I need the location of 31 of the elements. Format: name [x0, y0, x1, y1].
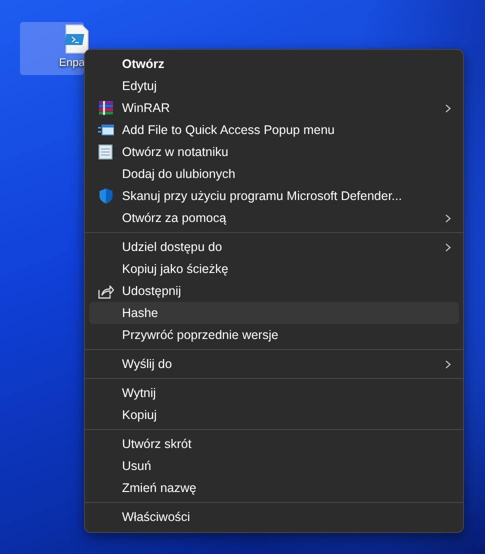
- script-file-icon: [62, 24, 90, 54]
- menu-item[interactable]: Dodaj do ulubionych: [89, 163, 459, 185]
- menu-item[interactable]: Kopiuj jako ścieżkę: [89, 258, 459, 280]
- books-icon: [98, 100, 114, 116]
- menu-item[interactable]: Utwórz skrót: [89, 433, 459, 455]
- menu-item[interactable]: Add File to Quick Access Popup menu: [89, 119, 459, 141]
- menu-item[interactable]: Wytnij: [89, 382, 459, 404]
- menu-item[interactable]: Udziel dostępu do: [89, 236, 459, 258]
- window-icon: [98, 123, 114, 137]
- menu-item[interactable]: Skanuj przy użyciu programu Microsoft Defender...: [89, 185, 459, 207]
- chevron-right-icon: [445, 214, 451, 222]
- menu-item[interactable]: Właściwości: [89, 506, 459, 528]
- notepad-icon: [98, 144, 113, 160]
- menu-item[interactable]: Otwórz: [89, 53, 459, 75]
- chevron-right-icon: [445, 104, 451, 112]
- file-name-label: Enpa: [59, 57, 85, 69]
- menu-item[interactable]: Przywróć poprzednie wersje: [89, 324, 459, 346]
- chevron-right-icon: [445, 242, 451, 252]
- menu-item[interactable]: Edytuj: [89, 75, 459, 97]
- menu-item[interactable]: Hashe: [89, 302, 459, 324]
- menu-item[interactable]: Zmień nazwę: [89, 477, 459, 499]
- share-icon: [98, 284, 114, 298]
- menu-item[interactable]: Wyślij do: [89, 353, 459, 375]
- menu-item[interactable]: Udostępnij: [89, 280, 459, 302]
- menu-item[interactable]: WinRAR: [89, 97, 459, 119]
- menu-item[interactable]: Kopiuj: [89, 404, 459, 426]
- menu-item[interactable]: Usuń: [89, 455, 459, 477]
- shield-icon: [98, 188, 112, 204]
- chevron-right-icon: [445, 360, 451, 368]
- menu-item[interactable]: Otwórz za pomocą: [89, 207, 459, 229]
- menu-item[interactable]: Otwórz w notatniku: [89, 141, 459, 163]
